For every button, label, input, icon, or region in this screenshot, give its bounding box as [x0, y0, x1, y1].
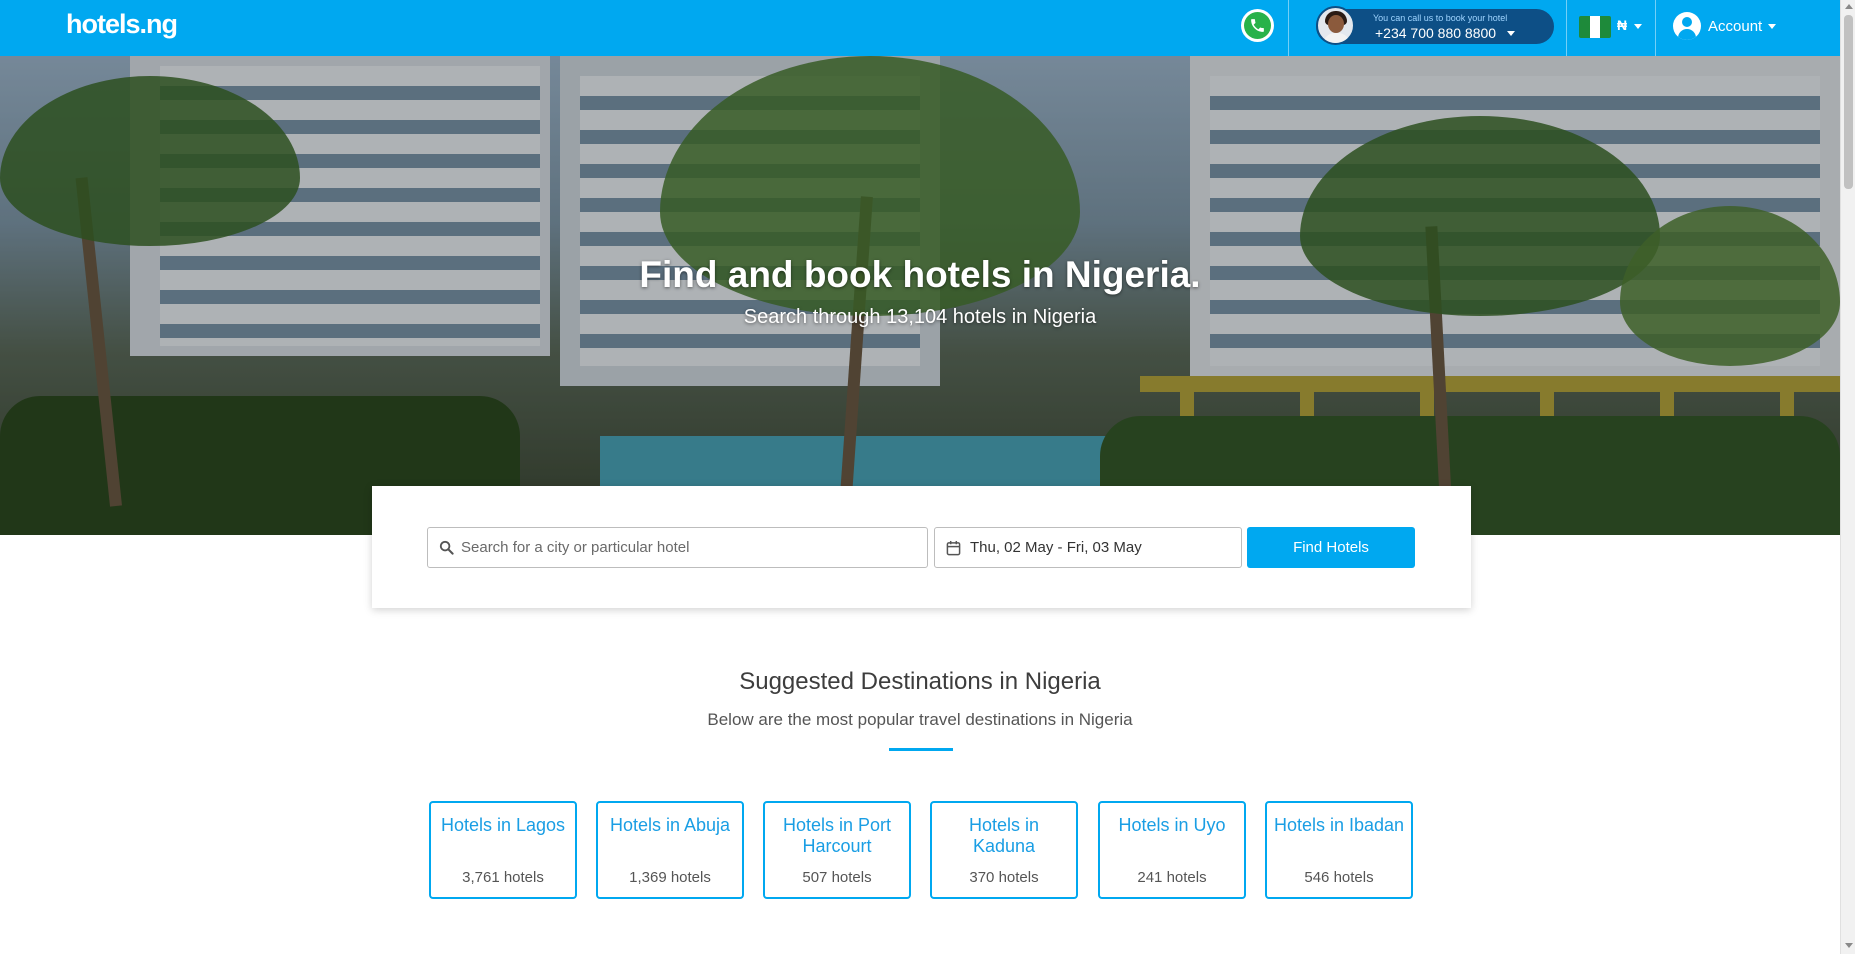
search-panel: Thu, 02 May - Fri, 03 May Find Hotels: [372, 486, 1471, 608]
destination-card-kaduna[interactable]: Hotels in Kaduna 370 hotels: [930, 801, 1078, 899]
section-title: Suggested Destinations in Nigeria: [739, 668, 1101, 695]
navbar-divider: [1288, 0, 1289, 56]
destination-name[interactable]: Hotels in Port Harcourt: [765, 815, 909, 857]
destination-name[interactable]: Hotels in Ibadan: [1267, 815, 1411, 836]
destination-card-abuja[interactable]: Hotels in Abuja 1,369 hotels: [596, 801, 744, 899]
account-menu[interactable]: Account: [1708, 18, 1762, 35]
destination-card-port-harcourt[interactable]: Hotels in Port Harcourt 507 hotels: [763, 801, 911, 899]
call-prompt-text: You can call us to book your hotel: [1373, 13, 1508, 23]
destination-card-ibadan[interactable]: Hotels in Ibadan 546 hotels: [1265, 801, 1413, 899]
date-range-picker[interactable]: Thu, 02 May - Fri, 03 May: [934, 527, 1242, 568]
destination-hotel-count: 546 hotels: [1304, 869, 1374, 886]
destination-name[interactable]: Hotels in Kaduna: [932, 815, 1076, 857]
nigeria-flag-icon[interactable]: [1579, 16, 1611, 38]
destination-name[interactable]: Hotels in Uyo: [1100, 815, 1244, 836]
phone-number[interactable]: +234 700 880 8800: [1375, 25, 1496, 41]
chevron-down-icon[interactable]: [1768, 24, 1776, 29]
navbar-divider: [1566, 0, 1567, 56]
scrollbar-thumb[interactable]: [1844, 15, 1853, 189]
chevron-down-icon[interactable]: [1634, 24, 1642, 29]
top-navbar: hotels.ng You can call us to book your h…: [0, 0, 1855, 56]
whatsapp-icon[interactable]: [1241, 9, 1274, 42]
destination-card-lagos[interactable]: Hotels in Lagos 3,761 hotels: [429, 801, 577, 899]
destination-hotel-count: 3,761 hotels: [462, 869, 544, 886]
currency-selector[interactable]: ₦: [1617, 17, 1627, 33]
section-subtitle: Below are the most popular travel destin…: [707, 710, 1133, 729]
destination-hotel-count: 507 hotels: [802, 869, 872, 886]
section-divider: [889, 748, 953, 751]
destination-name[interactable]: Hotels in Abuja: [598, 815, 742, 836]
site-logo[interactable]: hotels.ng: [66, 9, 178, 40]
destination-hotel-count: 1,369 hotels: [629, 869, 711, 886]
destination-name[interactable]: Hotels in Lagos: [431, 815, 575, 836]
chevron-down-icon[interactable]: [1507, 31, 1515, 36]
destination-card-uyo[interactable]: Hotels in Uyo 241 hotels: [1098, 801, 1246, 899]
hero-title: Find and book hotels in Nigeria.: [639, 254, 1201, 295]
navbar-divider: [1655, 0, 1656, 56]
destination-hotel-count: 241 hotels: [1137, 869, 1207, 886]
date-range-value: Thu, 02 May - Fri, 03 May: [970, 539, 1142, 556]
page-scrollbar[interactable]: [1840, 0, 1855, 954]
search-input[interactable]: [461, 528, 921, 567]
search-icon: [439, 540, 454, 555]
hero-subtitle: Search through 13,104 hotels in Nigeria: [743, 306, 1097, 328]
calendar-icon: [946, 540, 961, 556]
scroll-up-arrow-icon[interactable]: [1845, 4, 1853, 9]
account-icon[interactable]: [1673, 12, 1701, 40]
scroll-down-arrow-icon[interactable]: [1845, 943, 1853, 948]
find-hotels-button[interactable]: Find Hotels: [1247, 527, 1415, 568]
support-agent-avatar: [1316, 6, 1355, 45]
search-field[interactable]: [427, 527, 928, 568]
destination-hotel-count: 370 hotels: [969, 869, 1039, 886]
hero-banner: Find and book hotels in Nigeria. Search …: [0, 56, 1840, 535]
